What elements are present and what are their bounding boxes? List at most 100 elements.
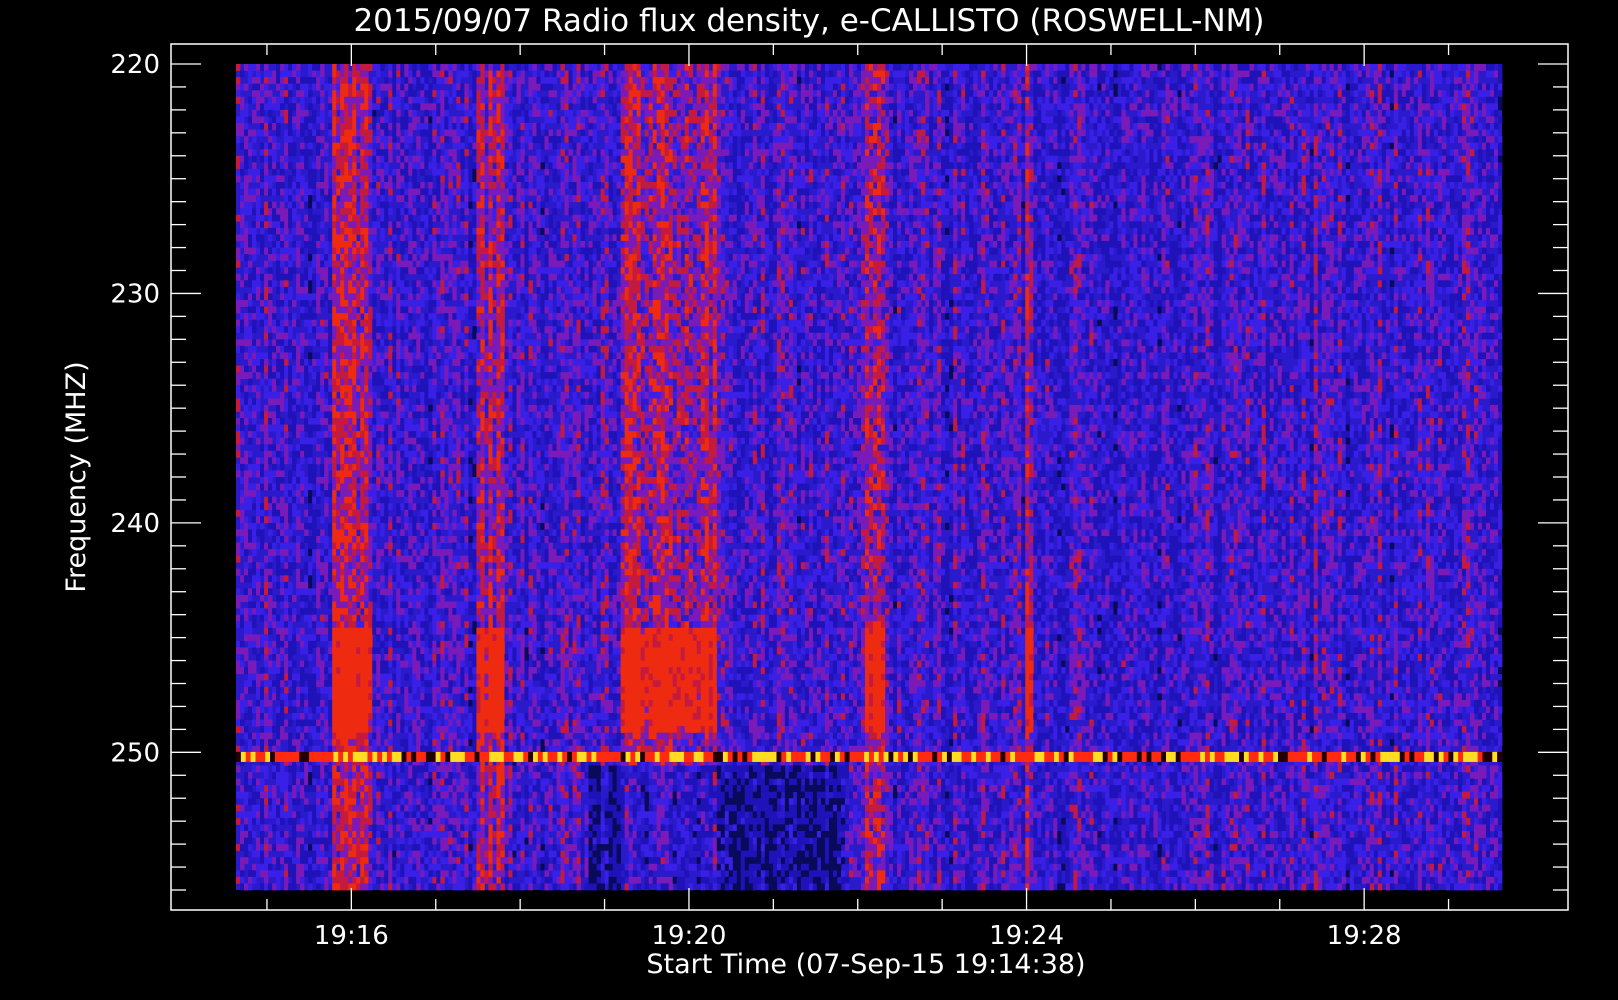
heatmap-cell [256, 201, 261, 209]
heatmap-cell [1097, 182, 1102, 189]
heatmap-cell [941, 195, 946, 203]
heatmap-cell [897, 136, 902, 144]
heatmap-cell [328, 188, 333, 196]
heatmap-cell [708, 149, 714, 157]
heatmap-cell [580, 64, 585, 71]
heatmap-cell [508, 103, 513, 111]
heatmap-cell [532, 77, 537, 85]
heatmap-cell [1169, 195, 1174, 203]
heatmap-cell [1377, 109, 1383, 117]
heatmap-cell [740, 149, 746, 157]
heatmap-cell [356, 155, 361, 163]
heatmap-cell [776, 96, 782, 104]
heatmap-cell [444, 155, 449, 163]
heatmap-cell [236, 116, 241, 124]
heatmap-cell [464, 90, 469, 98]
heatmap-cell [1285, 77, 1291, 85]
heatmap-cell [953, 175, 958, 183]
heatmap-cell [348, 188, 353, 196]
heatmap-cell [901, 96, 906, 104]
heatmap-cell [280, 70, 285, 78]
heatmap-cell [672, 70, 678, 78]
heatmap-cell [1437, 162, 1443, 170]
heatmap-cell [937, 182, 942, 189]
heatmap-cell [1137, 90, 1142, 98]
heatmap-cell [652, 109, 658, 117]
heatmap-cell [544, 195, 549, 203]
heatmap-cell [993, 136, 998, 144]
heatmap-cell [660, 142, 666, 150]
heatmap-cell [1133, 129, 1138, 137]
heatmap-cell [921, 201, 926, 209]
heatmap-cell [1425, 175, 1431, 183]
heatmap-cell [356, 103, 361, 111]
heatmap-cell [1057, 103, 1062, 111]
heatmap-cell [981, 129, 986, 137]
heatmap-cell [328, 103, 333, 111]
heatmap-cell [536, 155, 541, 163]
heatmap-cell [1141, 64, 1146, 71]
heatmap-cell [1341, 149, 1347, 157]
heatmap-cell [1357, 136, 1363, 144]
heatmap-cell [580, 70, 585, 78]
heatmap-cell [532, 201, 537, 209]
heatmap-cell [756, 64, 762, 71]
heatmap-cell [648, 155, 654, 163]
heatmap-cell [436, 188, 441, 196]
heatmap-cell [1409, 90, 1415, 98]
heatmap-cell [1033, 83, 1038, 91]
heatmap-cell [484, 90, 489, 98]
heatmap-cell [1013, 83, 1018, 91]
heatmap-cell [1241, 168, 1246, 176]
heatmap-cell [852, 149, 858, 157]
heatmap-cell [1081, 109, 1086, 117]
heatmap-cell [712, 182, 718, 189]
heatmap-cell [320, 77, 325, 85]
heatmap-cell [1069, 64, 1074, 71]
heatmap-cell [440, 96, 445, 104]
heatmap-cell [1353, 70, 1359, 78]
heatmap-cell [1117, 109, 1122, 117]
heatmap-cell [676, 103, 682, 111]
heatmap-cell [428, 70, 433, 78]
heatmap-cell [728, 77, 734, 85]
heatmap-cell [636, 77, 642, 85]
heatmap-cell [1253, 103, 1259, 111]
heatmap-cell [492, 103, 497, 111]
heatmap-cell [1165, 83, 1170, 91]
heatmap-cell [824, 129, 830, 137]
heatmap-cell [1489, 123, 1495, 130]
heatmap-cell [1473, 142, 1479, 150]
heatmap-cell [961, 129, 966, 137]
heatmap-cell [600, 201, 605, 209]
heatmap-cell [436, 201, 441, 209]
heatmap-cell [1397, 175, 1403, 183]
heatmap-cell [1361, 129, 1367, 137]
heatmap-cell [1241, 83, 1246, 91]
heatmap-cell [500, 136, 505, 144]
heatmap-cell [308, 168, 313, 176]
heatmap-cell [548, 116, 553, 124]
heatmap-cell [1181, 175, 1186, 183]
heatmap-cell [556, 201, 561, 209]
heatmap-cell [1165, 109, 1170, 117]
heatmap-cell [1165, 182, 1170, 189]
heatmap-cell [945, 188, 950, 196]
heatmap-cell [933, 70, 938, 78]
heatmap-cell [776, 109, 782, 117]
heatmap-cell [772, 90, 778, 98]
heatmap-cell [1189, 90, 1194, 98]
heatmap-cell [736, 77, 742, 85]
heatmap-cell [812, 136, 818, 144]
heatmap-cell [356, 116, 361, 124]
heatmap-cell [1329, 149, 1335, 157]
heatmap-cell [1201, 116, 1206, 124]
heatmap-cell [284, 109, 289, 117]
heatmap-cell [1357, 129, 1363, 137]
heatmap-cell [1057, 129, 1062, 137]
heatmap-cell [1093, 175, 1098, 183]
heatmap-cell [1033, 90, 1038, 98]
heatmap-cell [917, 83, 922, 91]
heatmap-cell [692, 149, 698, 157]
heatmap-cell [680, 155, 686, 163]
